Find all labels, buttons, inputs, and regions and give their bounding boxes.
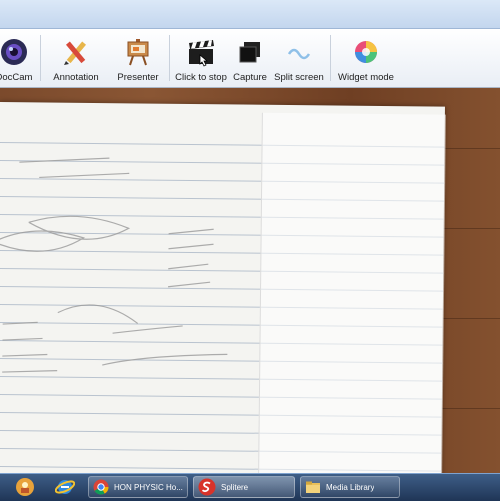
taskbar-label: Media Library xyxy=(326,482,375,492)
photo-stack-icon xyxy=(233,35,267,69)
click-to-stop-label: Click to stop xyxy=(175,72,227,83)
app-s-icon xyxy=(198,478,216,496)
taskbar-button-media-library[interactable]: Media Library xyxy=(300,476,400,498)
capture-button[interactable]: Capture xyxy=(230,29,270,87)
presenter-button[interactable]: Presenter xyxy=(112,29,164,87)
color-wheel-icon xyxy=(349,35,383,69)
doccam-button[interactable]: DocCam xyxy=(0,29,36,87)
split-screen-label: Split screen xyxy=(274,72,324,83)
annotation-label: Annotation xyxy=(53,72,99,83)
capture-label: Capture xyxy=(233,72,267,83)
camera-preview xyxy=(0,88,500,473)
taskbar-button-chrome[interactable]: HON PHYSIC Ho... xyxy=(88,476,188,498)
presenter-label: Presenter xyxy=(117,72,159,83)
easel-presenter-icon xyxy=(121,35,155,69)
doccam-label: DocCam xyxy=(0,72,33,83)
annotation-button[interactable]: Annotation xyxy=(48,29,104,87)
webcam-lens-icon xyxy=(0,35,31,69)
pencil-ruler-icon xyxy=(59,35,93,69)
chrome-icon xyxy=(93,479,109,495)
taskbar: HON PHYSIC Ho... Splitere Media Library xyxy=(0,473,500,501)
taskbar-label: HON PHYSIC Ho... xyxy=(114,482,183,492)
click-to-stop-button[interactable]: Click to stop xyxy=(174,29,228,87)
widget-mode-button[interactable]: Widget mode xyxy=(336,29,396,87)
toolbar-separator xyxy=(40,35,41,81)
toolbar-separator xyxy=(330,35,331,81)
split-wave-icon xyxy=(282,35,316,69)
widget-mode-label: Widget mode xyxy=(338,72,394,83)
folder-icon xyxy=(306,481,320,493)
start-orb-icon[interactable] xyxy=(12,476,38,498)
camera-toolbar: DocCam Annotation Presenter xyxy=(0,29,500,88)
taskbar-label: Splitere xyxy=(221,482,249,492)
split-screen-button[interactable]: Split screen xyxy=(274,29,324,87)
toolbar-separator xyxy=(169,35,170,81)
split-screen-overlay xyxy=(257,112,446,473)
internet-explorer-icon[interactable] xyxy=(52,476,78,498)
window-title-bar xyxy=(0,0,500,29)
clapperboard-icon xyxy=(184,35,218,69)
notebook-page xyxy=(0,102,446,473)
taskbar-button-splitere[interactable]: Splitere xyxy=(193,476,295,498)
